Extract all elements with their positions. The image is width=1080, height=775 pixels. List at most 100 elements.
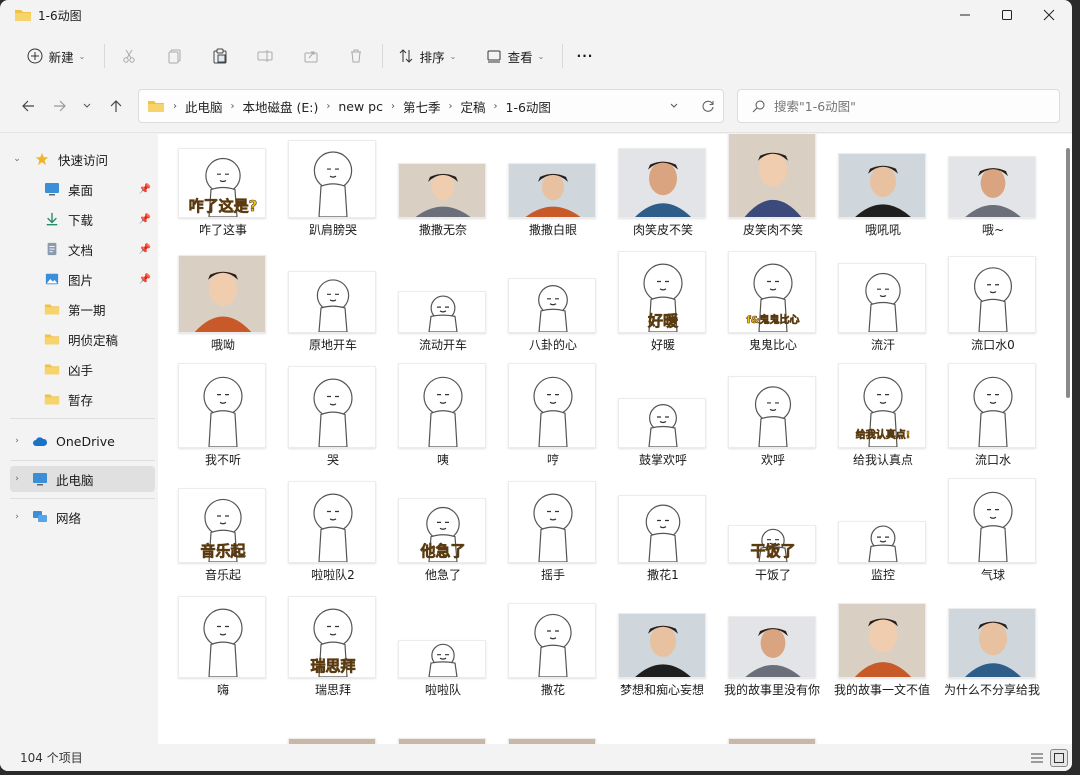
- breadcrumb-drive-e[interactable]: 本地磁盘 (E:): [243, 97, 319, 116]
- sort-button[interactable]: 排序 ⌄: [392, 40, 462, 72]
- file-thumbnail[interactable]: [288, 481, 376, 563]
- sidebar-item-downloads[interactable]: 下载 📌: [10, 206, 155, 232]
- file-item[interactable]: 哭: [270, 366, 380, 484]
- file-item[interactable]: 趴肩膀哭: [270, 140, 380, 254]
- copy-button[interactable]: [162, 40, 188, 72]
- chevron-down-icon[interactable]: ⌄: [10, 154, 24, 164]
- file-thumbnail[interactable]: [728, 134, 816, 218]
- file-item[interactable]: 流口水0: [930, 256, 1040, 369]
- file-item[interactable]: 流动开车: [380, 257, 490, 369]
- breadcrumb-new-pc[interactable]: new pc: [338, 99, 383, 114]
- file-thumbnail[interactable]: [398, 640, 486, 678]
- sidebar-item-desktop[interactable]: 桌面 📌: [10, 176, 155, 202]
- file-thumbnail[interactable]: f&鬼鬼比心: [728, 251, 816, 333]
- view-button[interactable]: 查看 ⌄: [480, 40, 550, 72]
- file-thumbnail[interactable]: [288, 366, 376, 448]
- file-item[interactable]: 哦~: [930, 142, 1040, 254]
- more-button[interactable]: ···: [572, 40, 598, 72]
- file-thumbnail[interactable]: 瑞思拜: [288, 596, 376, 678]
- file-item[interactable]: 咋了这是? 咋了这事: [160, 142, 270, 254]
- file-item[interactable]: 撒花1: [600, 487, 710, 599]
- chevron-right-icon[interactable]: ›: [10, 512, 24, 522]
- sidebar-item-pictures[interactable]: 图片 📌: [10, 266, 155, 292]
- file-thumbnail[interactable]: [948, 363, 1036, 448]
- rename-button[interactable]: [252, 40, 278, 72]
- close-button[interactable]: [1026, 0, 1072, 30]
- share-button[interactable]: [298, 40, 324, 72]
- file-thumbnail[interactable]: [618, 495, 706, 563]
- file-item[interactable]: 摇手: [490, 481, 600, 599]
- file-item[interactable]: 瑞思拜 瑞思拜: [270, 596, 380, 714]
- file-thumbnail[interactable]: [398, 163, 486, 218]
- file-thumbnail[interactable]: [948, 156, 1036, 218]
- file-item[interactable]: 撒花: [490, 602, 600, 714]
- file-thumbnail[interactable]: [178, 596, 266, 678]
- pin-icon[interactable]: 📌: [139, 214, 151, 225]
- file-item[interactable]: 哦呦: [160, 255, 270, 369]
- chevron-right-icon[interactable]: ›: [10, 436, 24, 446]
- file-item[interactable]: 嗨: [160, 596, 270, 714]
- file-item[interactable]: 我的故事一文不值: [820, 602, 930, 714]
- file-thumbnail[interactable]: [838, 263, 926, 333]
- file-thumbnail[interactable]: 给我认真点!: [838, 363, 926, 448]
- file-item[interactable]: 哦吼吼: [820, 142, 930, 254]
- file-thumbnail[interactable]: [398, 291, 486, 333]
- file-item[interactable]: 哼: [490, 363, 600, 484]
- sidebar-item-folder[interactable]: 第一期: [10, 296, 155, 322]
- recent-locations-button[interactable]: [78, 94, 96, 118]
- file-item[interactable]: 八卦的心: [490, 257, 600, 369]
- file-item[interactable]: 咦: [380, 363, 490, 484]
- address-bar[interactable]: › 此电脑 › 本地磁盘 (E:) › new pc › 第七季 › 定稿 › …: [138, 89, 724, 123]
- file-item[interactable]: 我不听: [160, 363, 270, 484]
- refresh-icon[interactable]: [701, 99, 715, 113]
- file-item[interactable]: 给我认真点! 给我认真点: [820, 363, 930, 484]
- file-thumbnail[interactable]: 他急了: [398, 498, 486, 563]
- file-thumbnail[interactable]: [948, 478, 1036, 563]
- file-thumbnail[interactable]: [838, 603, 926, 678]
- file-item[interactable]: f&鬼鬼比心 鬼鬼比心: [710, 251, 820, 369]
- search-box[interactable]: [737, 89, 1060, 123]
- file-thumbnail[interactable]: [508, 163, 596, 218]
- file-item[interactable]: 他急了 他急了: [380, 487, 490, 599]
- file-item[interactable]: 鼓掌欢呼: [600, 372, 710, 484]
- file-thumbnail[interactable]: [288, 140, 376, 218]
- file-item[interactable]: 音乐起 音乐起: [160, 487, 270, 599]
- file-thumbnail[interactable]: [508, 278, 596, 333]
- file-thumbnail[interactable]: [398, 363, 486, 448]
- chevron-right-icon[interactable]: ›: [10, 474, 24, 484]
- chevron-right-icon[interactable]: ›: [494, 101, 498, 112]
- file-item[interactable]: 撒撒白眼: [490, 142, 600, 254]
- file-item[interactable]: 流汗: [820, 257, 930, 369]
- sidebar-item-folder[interactable]: 明侦定稿: [10, 326, 155, 352]
- file-thumbnail[interactable]: [618, 613, 706, 678]
- file-thumbnail[interactable]: 咋了这是?: [178, 148, 266, 218]
- file-item[interactable]: 好暖 好暖: [600, 251, 710, 369]
- file-item[interactable]: 啦啦队: [380, 602, 490, 714]
- forward-button[interactable]: [48, 94, 72, 118]
- breadcrumb-this-pc[interactable]: 此电脑: [185, 97, 223, 116]
- file-thumbnail[interactable]: 干饭了: [728, 525, 816, 563]
- file-thumbnail[interactable]: [948, 608, 1036, 678]
- file-item[interactable]: 流口水: [930, 363, 1040, 484]
- file-thumbnail[interactable]: [618, 148, 706, 218]
- file-item[interactable]: 监控: [820, 487, 930, 599]
- pin-icon[interactable]: 📌: [139, 244, 151, 255]
- breadcrumb-current[interactable]: 1-6动图: [506, 97, 551, 116]
- cut-button[interactable]: [116, 40, 142, 72]
- large-icons-view-button[interactable]: [1050, 749, 1068, 767]
- up-button[interactable]: [104, 94, 128, 118]
- file-thumbnail[interactable]: [508, 363, 596, 448]
- breadcrumb-final[interactable]: 定稿: [461, 97, 486, 116]
- sidebar-item-network[interactable]: › 网络: [10, 504, 155, 530]
- file-thumbnail[interactable]: [728, 376, 816, 448]
- details-view-button[interactable]: [1028, 749, 1046, 767]
- file-thumbnail[interactable]: 好暖: [618, 251, 706, 333]
- file-item[interactable]: 肉笑皮不笑: [600, 142, 710, 254]
- sidebar-item-this-pc[interactable]: › 此电脑: [10, 466, 155, 492]
- sidebar-item-folder[interactable]: 暂存: [10, 386, 155, 412]
- file-thumbnail[interactable]: [618, 398, 706, 448]
- pin-icon[interactable]: 📌: [139, 184, 151, 195]
- file-thumbnail[interactable]: [178, 255, 266, 333]
- chevron-right-icon[interactable]: ›: [231, 101, 235, 112]
- sidebar-item-quick-access[interactable]: ⌄ 快速访问: [10, 146, 155, 172]
